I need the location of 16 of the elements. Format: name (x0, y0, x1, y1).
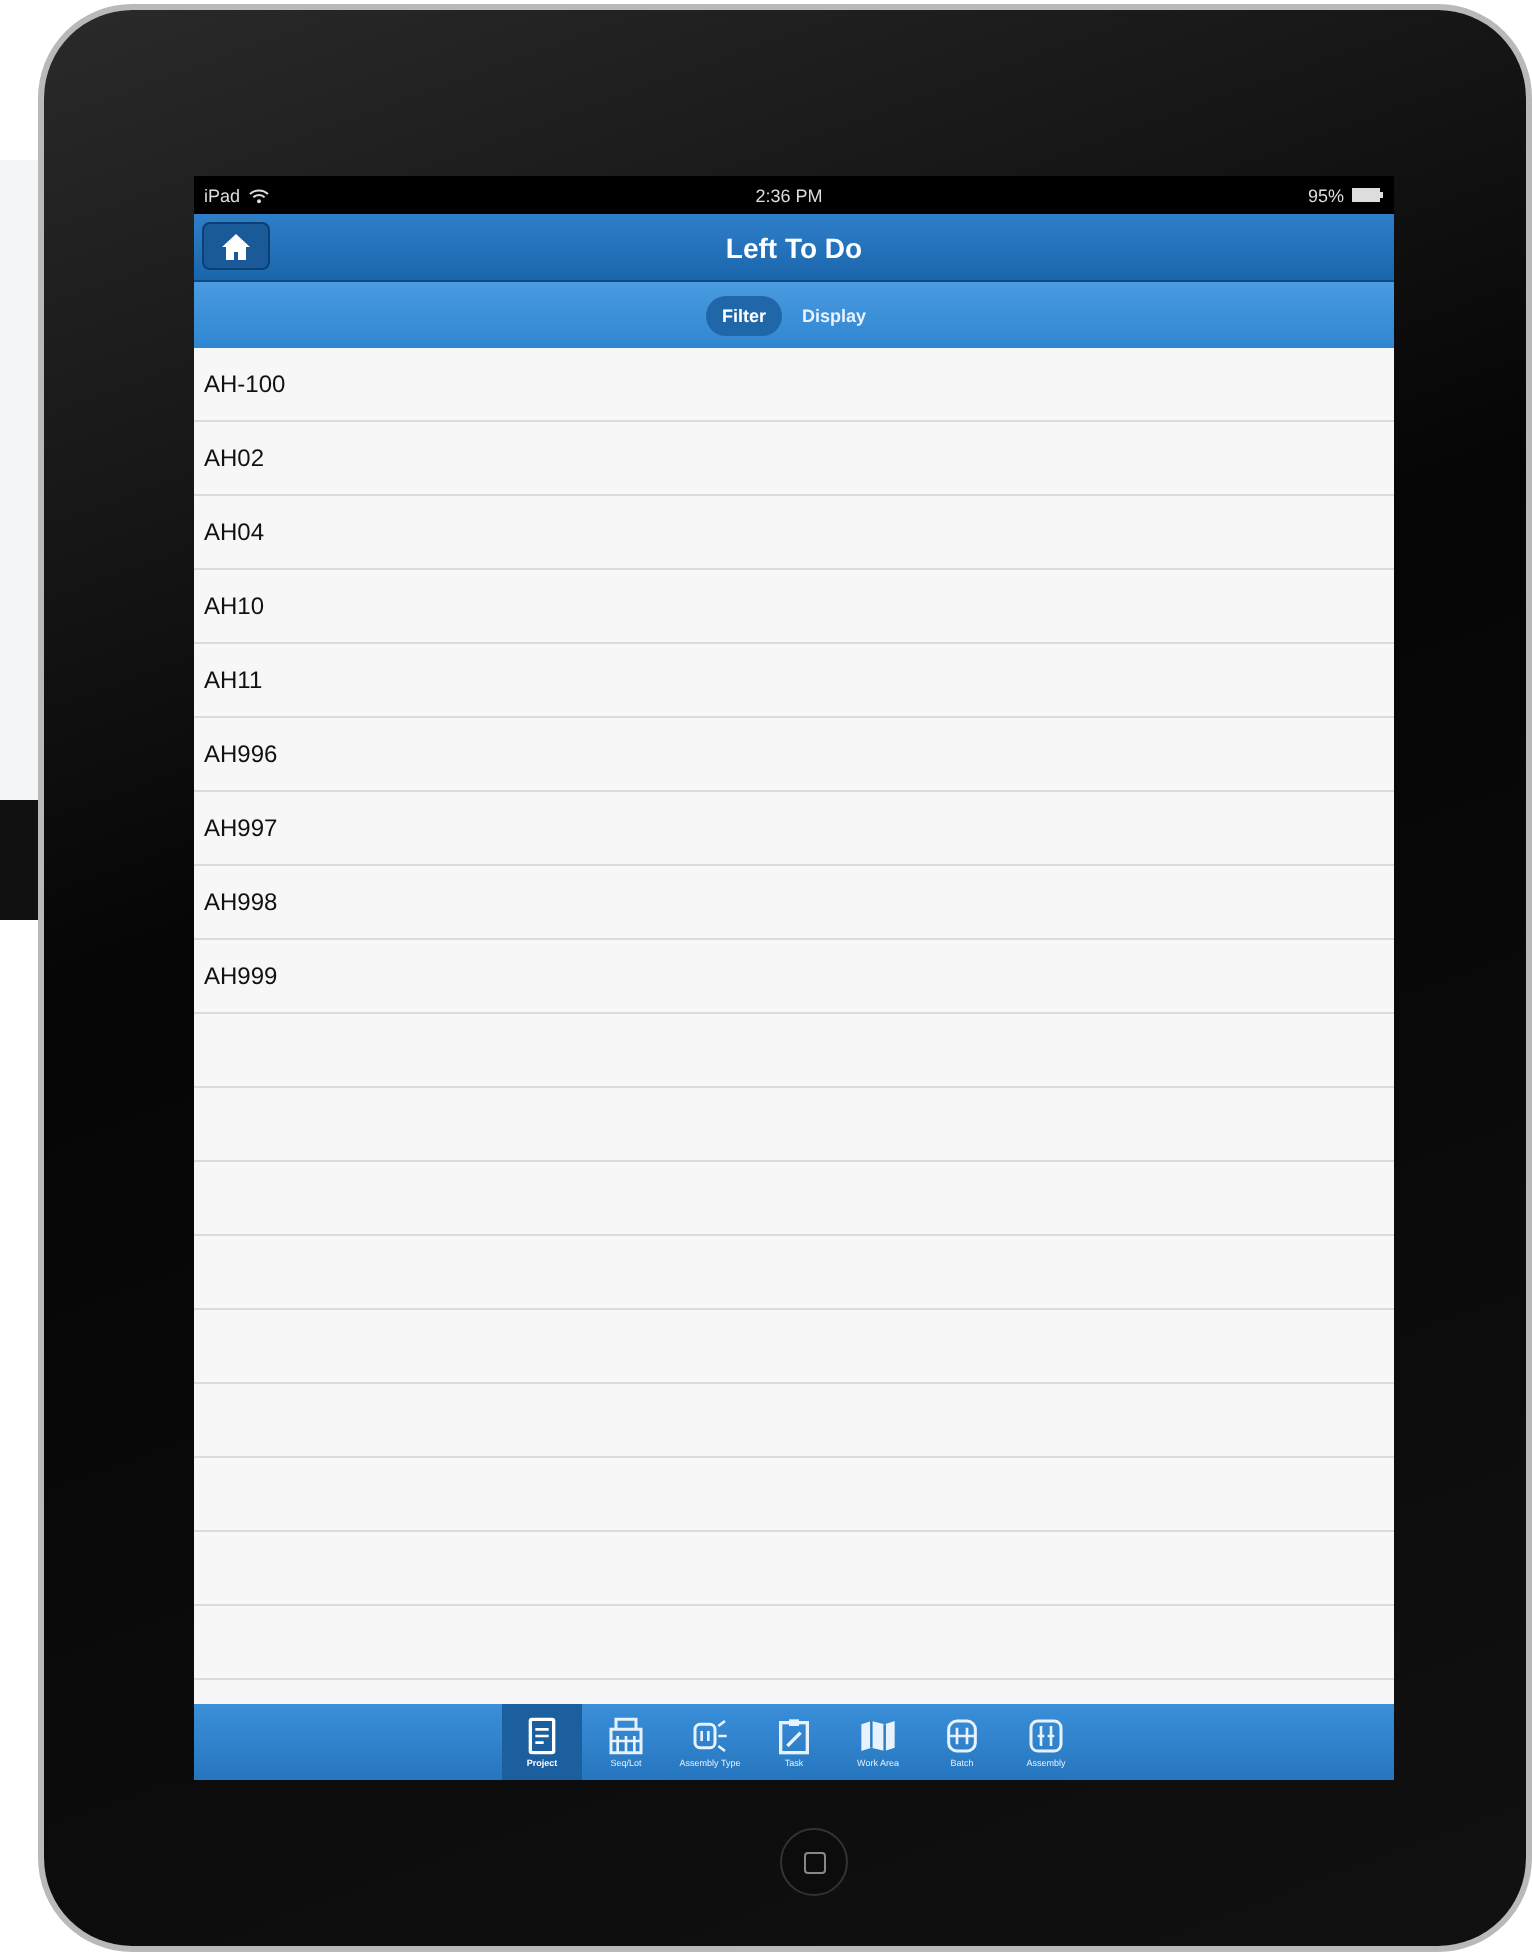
building-icon (606, 1716, 646, 1756)
home-button[interactable] (780, 1828, 848, 1896)
map-icon (858, 1716, 898, 1756)
battery-percent: 95% (1307, 185, 1344, 205)
battery-icon (1352, 188, 1384, 202)
clipboard-icon (774, 1716, 814, 1756)
home-icon (222, 233, 250, 259)
segment-tab[interactable]: Filter (705, 295, 782, 335)
screen-title: Left To Do (723, 231, 865, 263)
clock-time: 2:36 PM (755, 185, 823, 205)
wifi-icon (248, 187, 271, 203)
device-name: iPad (204, 185, 241, 205)
component-icon (942, 1716, 982, 1756)
component-icon (690, 1716, 730, 1756)
component-icon (1026, 1716, 1066, 1756)
home-button[interactable] (202, 222, 270, 270)
